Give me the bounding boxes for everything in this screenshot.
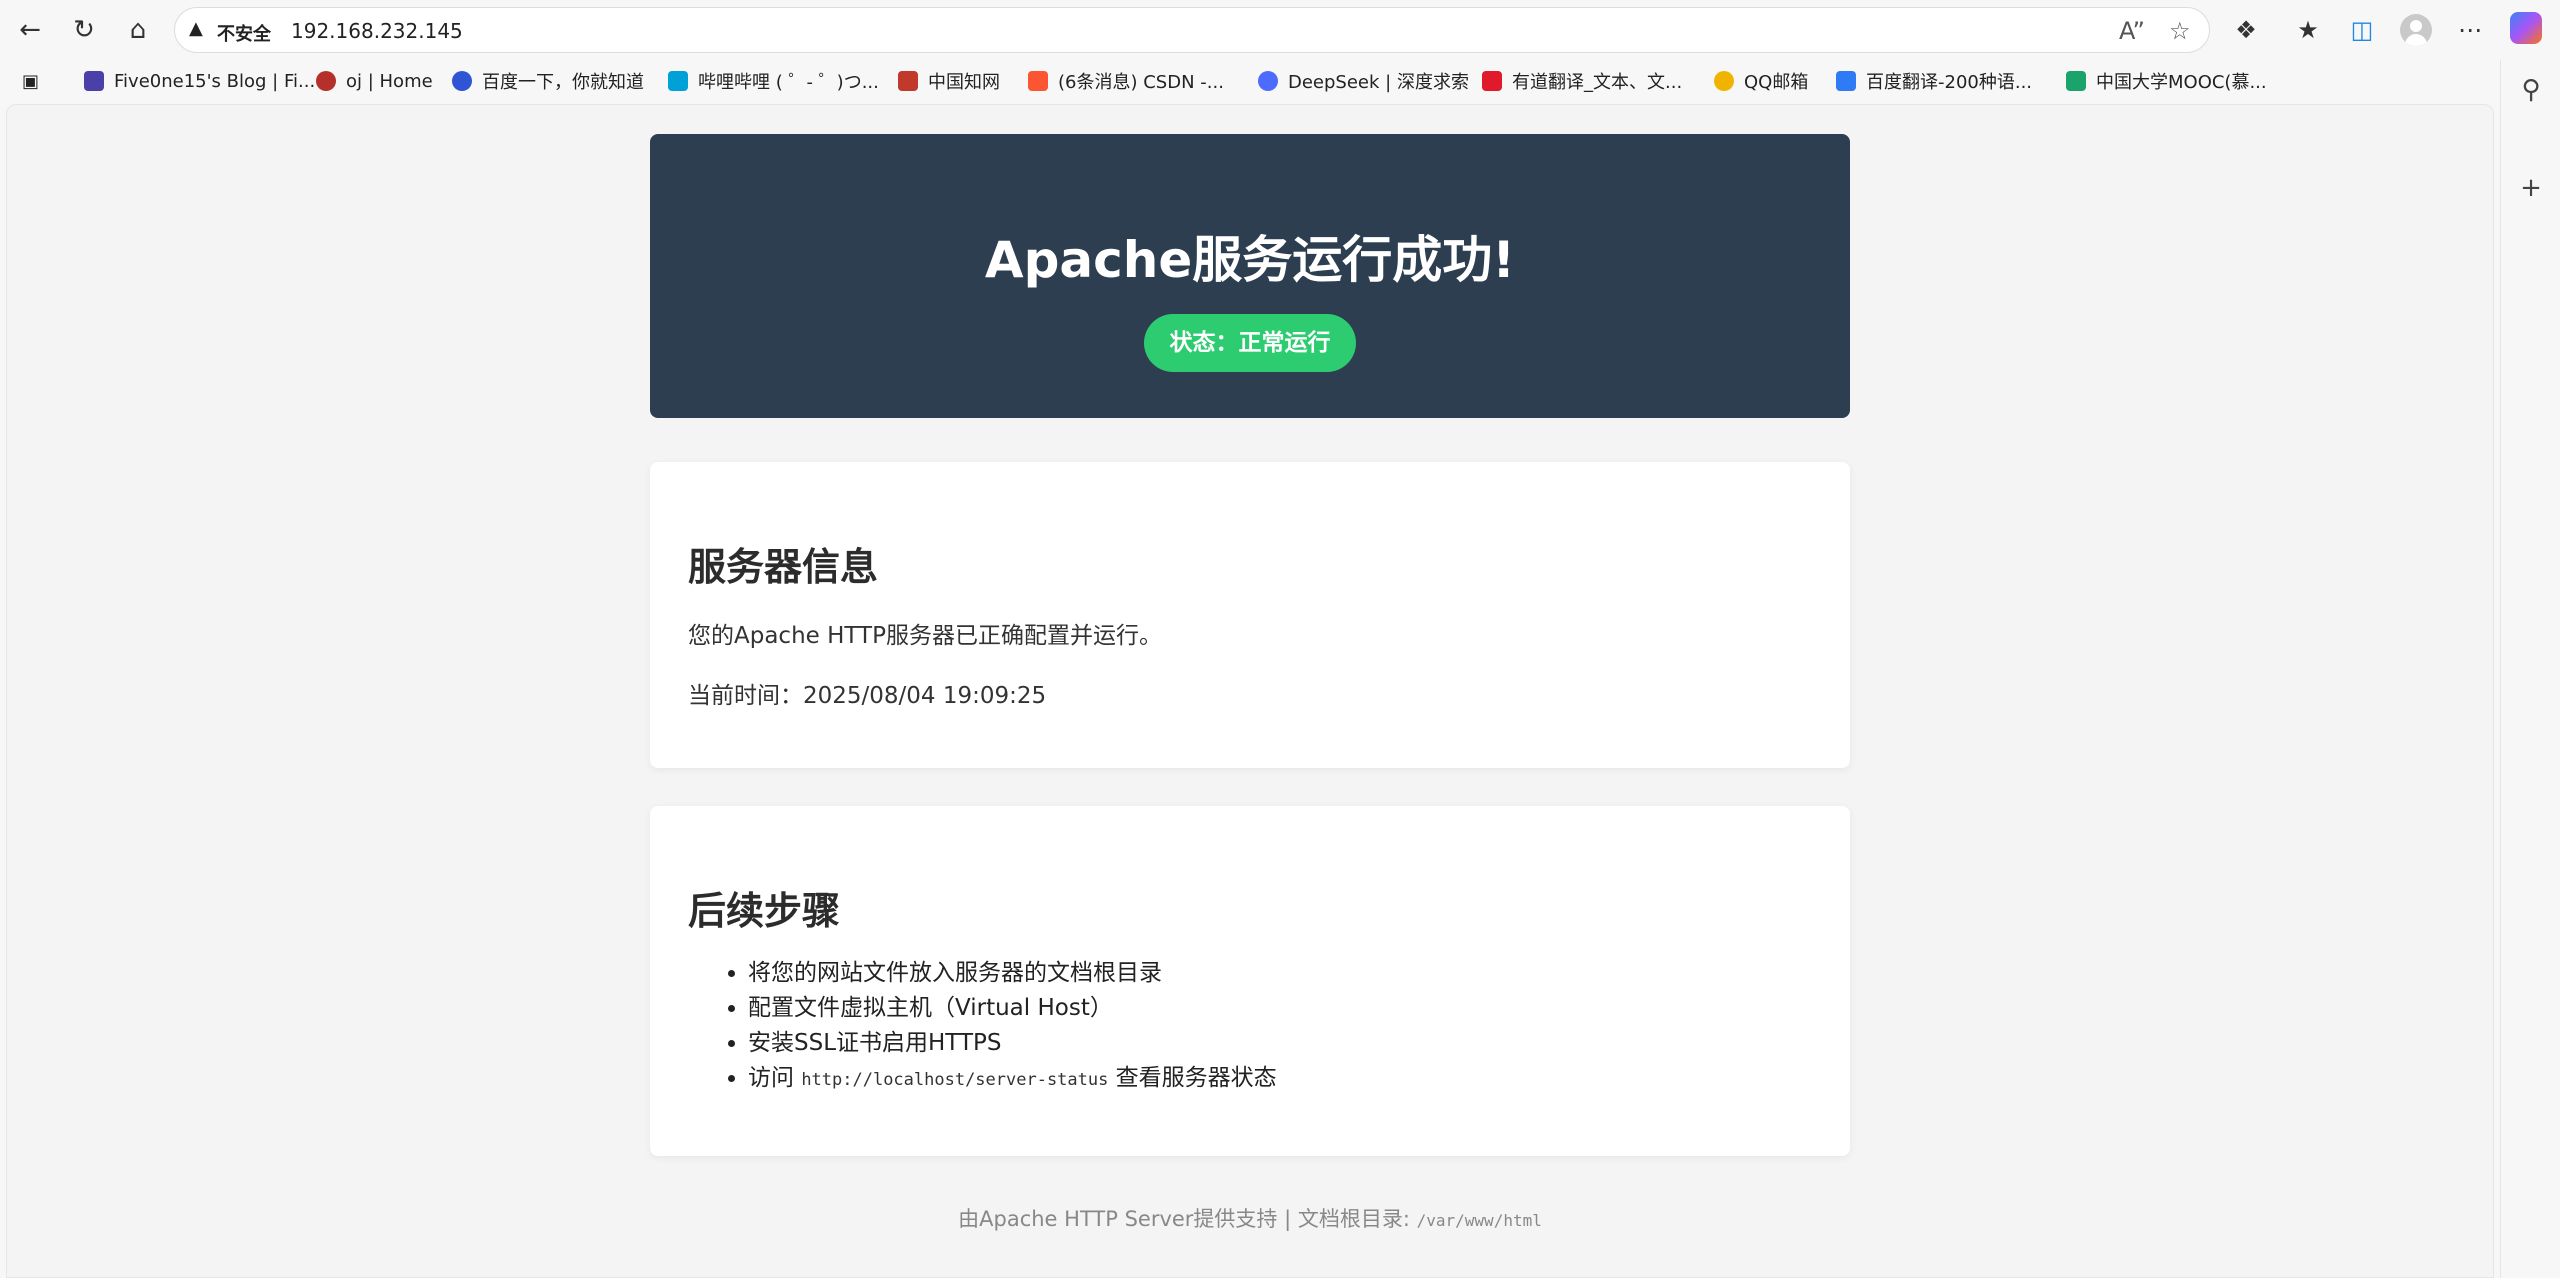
next-steps-card: 后续步骤 将您的网站文件放入服务器的文档根目录 配置文件虚拟主机（Virtual… — [650, 806, 1850, 1156]
list-item: 配置文件虚拟主机（Virtual Host） — [748, 991, 1277, 1026]
bookmark-label: QQ邮箱 — [1744, 72, 1809, 93]
read-aloud-icon[interactable]: A” — [2119, 17, 2145, 45]
bookmark-label: 百度翻译-200种语... — [1866, 72, 2033, 93]
add-icon[interactable]: + — [2515, 172, 2547, 204]
server-info-text: 您的Apache HTTP服务器已正确配置并运行。 — [688, 623, 1162, 649]
browser-toolbar: ← ↻ ⌂ ▲ 不安全 192.168.232.145 A” ☆ ❖ ★ ◫ ⋯ — [0, 0, 2560, 60]
more-menu-icon[interactable]: ⋯ — [2452, 12, 2488, 48]
bookmark-favicon — [2066, 71, 2086, 91]
list-item: 访问 http://localhost/server-status 查看服务器状… — [748, 1061, 1277, 1096]
url-text[interactable]: 192.168.232.145 — [291, 19, 463, 43]
next-steps-list: 将您的网站文件放入服务器的文档根目录 配置文件虚拟主机（Virtual Host… — [748, 956, 1277, 1096]
bookmark-label: 百度一下，你就知道 — [482, 72, 644, 93]
bookmark-favicon — [1714, 71, 1734, 91]
server-info-heading: 服务器信息 — [688, 545, 879, 589]
home-icon[interactable]: ⌂ — [120, 12, 156, 48]
bookmark-item[interactable]: 中国知网 — [898, 68, 1000, 94]
bookmark-favicon — [84, 71, 104, 91]
extensions-icon[interactable]: ❖ — [2228, 12, 2264, 48]
security-label[interactable]: 不安全 — [217, 20, 271, 46]
bookmark-favicon — [1028, 71, 1048, 91]
server-status-url: http://localhost/server-status — [801, 1070, 1109, 1090]
bookmark-label: (6条消息) CSDN -... — [1058, 72, 1224, 93]
current-time: 当前时间：2025/08/04 19:09:25 — [688, 683, 1047, 709]
bookmark-item[interactable]: Five0ne15's Blog | Fi... — [84, 68, 315, 94]
header-banner: Apache服务运行成功! 状态：正常运行 — [650, 134, 1850, 418]
bookmarks-bar: ▣ Five0ne15's Blog | Fi... oj | Home 百度一… — [0, 60, 2510, 100]
back-icon[interactable]: ← — [12, 12, 48, 48]
list-item: 将您的网站文件放入服务器的文档根目录 — [748, 956, 1277, 991]
bookmark-item[interactable]: DeepSeek | 深度求索 — [1258, 68, 1469, 94]
bookmark-label: 中国知网 — [928, 72, 1000, 93]
bookmark-item[interactable]: 百度一下，你就知道 — [452, 68, 644, 94]
bookmark-item[interactable]: 百度翻译-200种语... — [1836, 68, 2032, 94]
visit-suffix: 查看服务器状态 — [1108, 1065, 1277, 1091]
bookmark-label: DeepSeek | 深度求索 — [1288, 72, 1469, 93]
bookmark-label: 哔哩哔哩 ( ゜- ゜)つ... — [698, 72, 879, 93]
page-title: Apache服务运行成功! — [984, 231, 1516, 289]
bookmark-label: oj | Home — [346, 70, 433, 92]
favorites-icon[interactable]: ★ — [2290, 12, 2326, 48]
favorite-star-icon[interactable]: ☆ — [2169, 17, 2191, 45]
page-footer: 由Apache HTTP Server提供支持 | 文档根目录: /var/ww… — [650, 1203, 1850, 1233]
profile-avatar[interactable] — [2400, 14, 2432, 46]
bookmark-favicon — [668, 71, 688, 91]
bookmark-favicon — [316, 71, 336, 91]
visit-prefix: 访问 — [748, 1065, 802, 1091]
bookmark-item[interactable]: 中国大学MOOC(慕... — [2066, 68, 2267, 94]
bookmark-item[interactable]: 哔哩哔哩 ( ゜- ゜)つ... — [668, 68, 879, 94]
edge-collections-icon[interactable]: ◫ — [2344, 12, 2380, 48]
list-item: 安装SSL证书启用HTTPS — [748, 1026, 1277, 1061]
warning-icon[interactable]: ▲ — [189, 18, 203, 39]
bookmark-item[interactable]: (6条消息) CSDN -... — [1028, 68, 1224, 94]
bookmark-label: 中国大学MOOC(慕... — [2096, 72, 2267, 93]
bookmark-favicon — [452, 71, 472, 91]
browser-sidebar: ⚲ + — [2500, 60, 2560, 1278]
refresh-icon[interactable]: ↻ — [66, 12, 102, 48]
footer-text: 由Apache HTTP Server提供支持 | 文档根目录: — [958, 1207, 1417, 1231]
bookmark-item[interactable]: QQ邮箱 — [1714, 68, 1808, 94]
bookmark-bar-menu-icon[interactable]: ▣ — [22, 68, 39, 94]
bookmark-favicon — [1836, 71, 1856, 91]
bookmark-favicon — [898, 71, 918, 91]
bookmark-favicon — [1482, 71, 1502, 91]
bookmark-item[interactable]: oj | Home — [316, 68, 433, 94]
status-badge: 状态：正常运行 — [1144, 314, 1356, 372]
bookmark-favicon — [1258, 71, 1278, 91]
server-info-card: 服务器信息 您的Apache HTTP服务器已正确配置并运行。 当前时间：202… — [650, 462, 1850, 768]
bookmark-label: 有道翻译_文本、文... — [1512, 72, 1683, 93]
search-icon[interactable]: ⚲ — [2515, 74, 2547, 106]
copilot-icon[interactable] — [2510, 12, 2542, 44]
address-bar[interactable]: ▲ 不安全 192.168.232.145 A” ☆ — [174, 7, 2210, 53]
doc-root-path: /var/www/html — [1416, 1211, 1542, 1230]
bookmark-item[interactable]: 有道翻译_文本、文... — [1482, 68, 1682, 94]
next-steps-heading: 后续步骤 — [688, 889, 841, 933]
bookmark-label: Five0ne15's Blog | Fi... — [114, 70, 316, 92]
